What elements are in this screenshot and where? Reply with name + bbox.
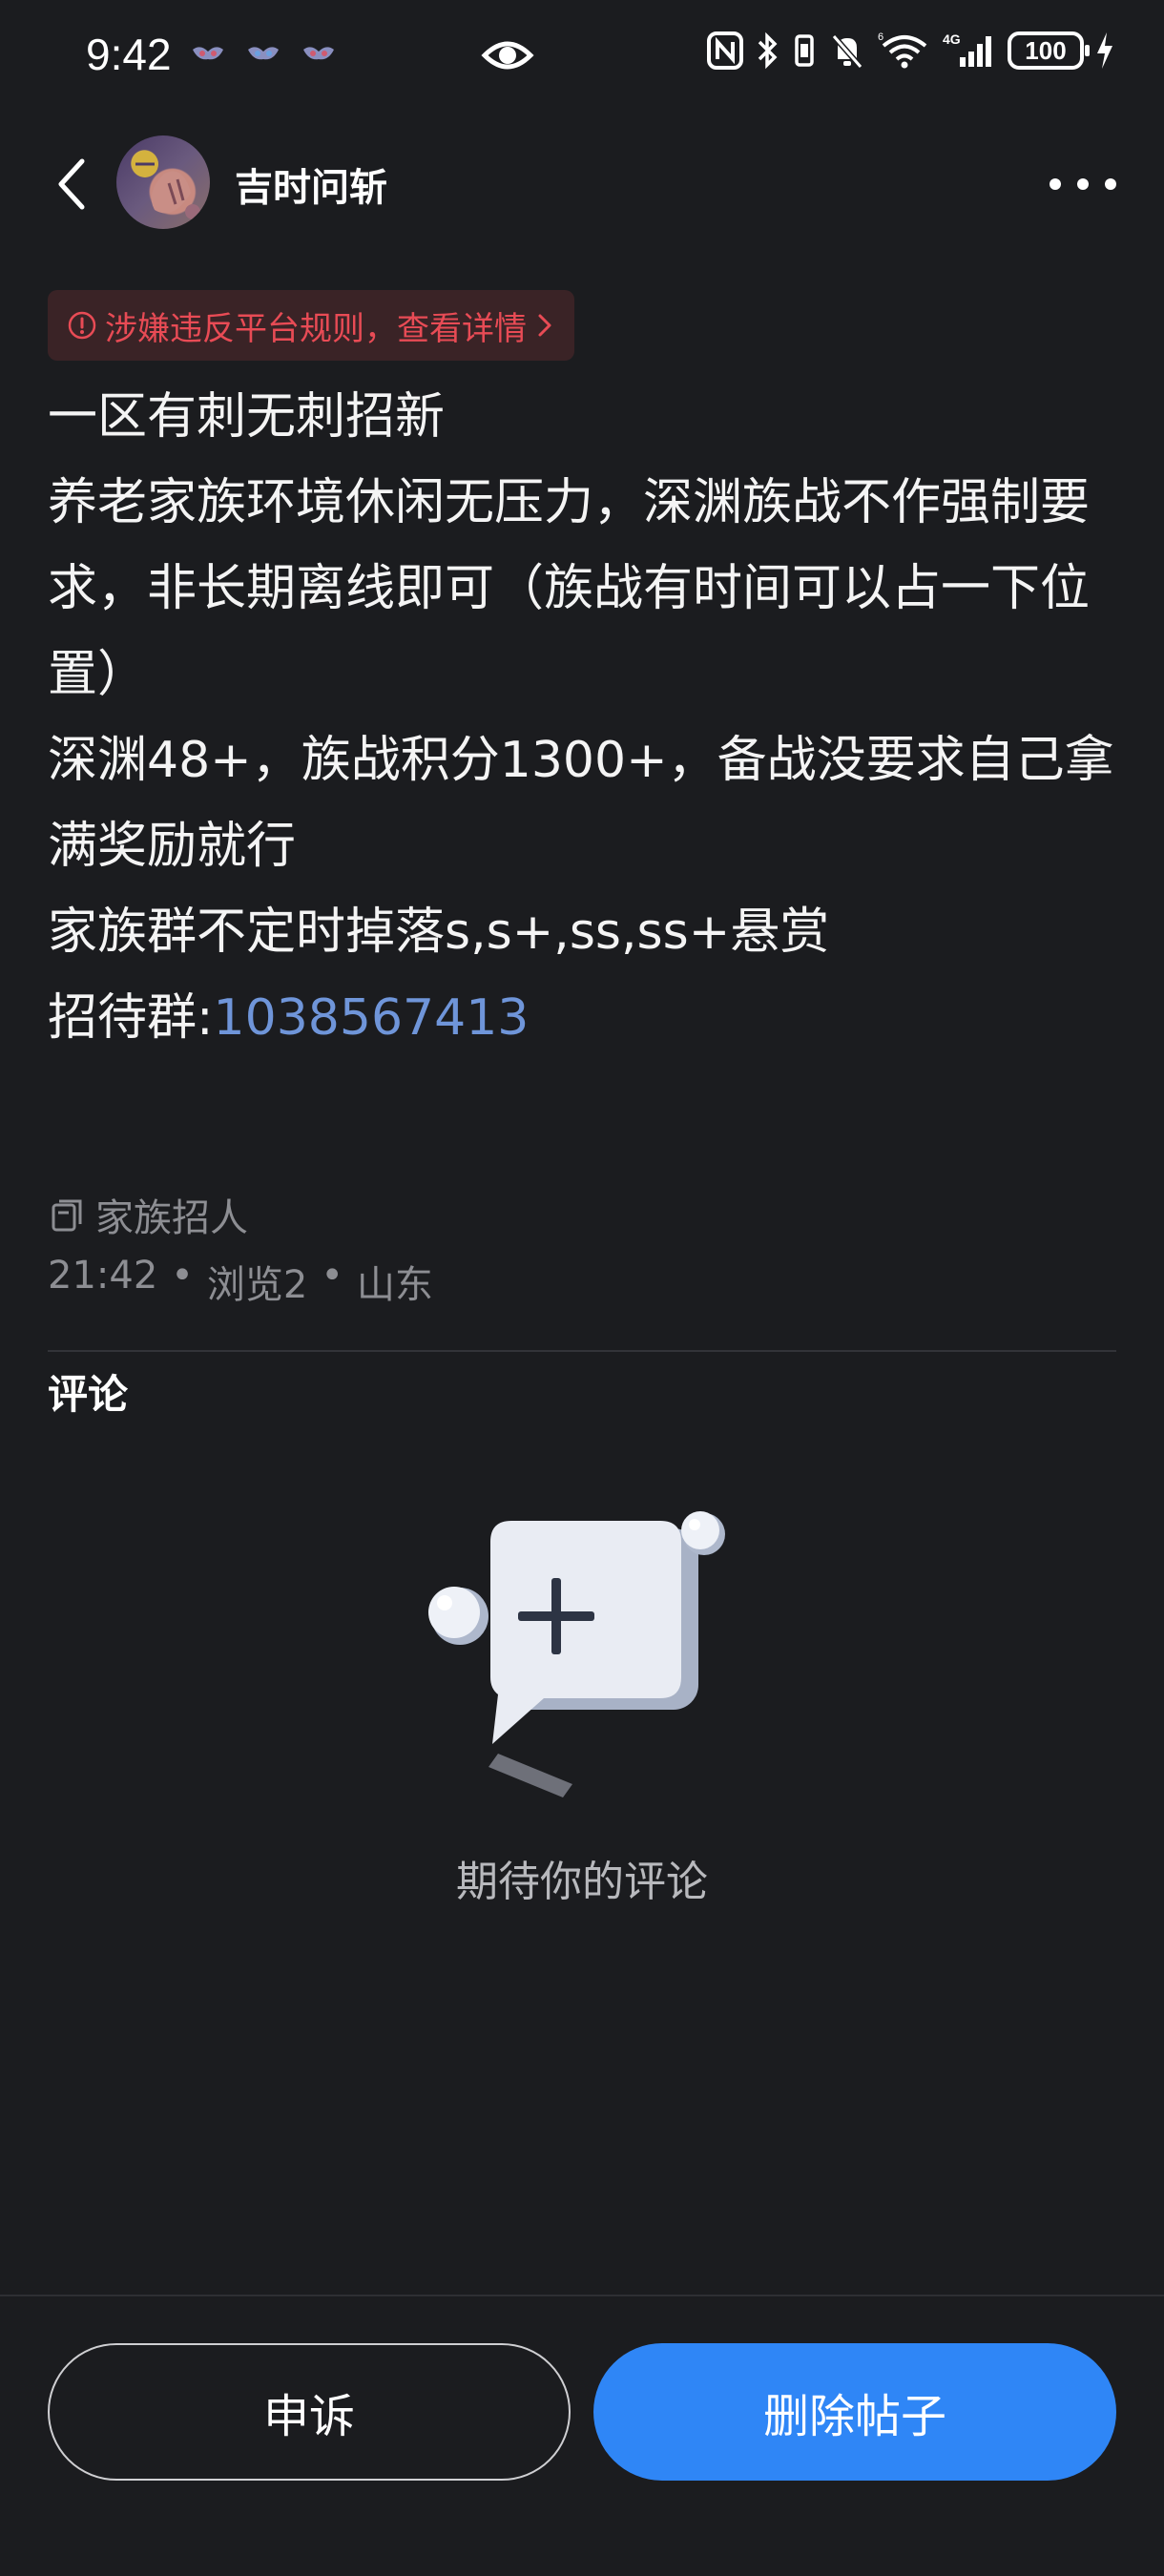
- username[interactable]: 吉时问斩: [235, 156, 387, 212]
- 4g-signal-icon: 4G: [943, 31, 996, 71]
- chevron-left-icon: [58, 158, 85, 210]
- comments-heading: 评论: [48, 1371, 129, 1418]
- more-dot: [1105, 178, 1116, 190]
- battery-level: 100: [1025, 35, 1067, 65]
- post-title: 一区有刺无刺招新: [48, 388, 446, 446]
- topic-icon: [52, 1199, 82, 1232]
- chevron-right-icon: [538, 314, 551, 337]
- battery-icon: 100: [1008, 31, 1090, 70]
- more-dot: [1077, 178, 1089, 190]
- svg-text:4G: 4G: [943, 31, 961, 47]
- view-count: 浏览2: [206, 1263, 308, 1307]
- status-bar: 9:42 6 4G 100: [0, 0, 1164, 114]
- system-icons: 6 4G 100: [706, 31, 1114, 71]
- empty-comments-text: 期待你的评论: [456, 1858, 708, 1906]
- nfc-icon: [706, 31, 744, 71]
- alert-circle-icon: [68, 311, 96, 340]
- post-body: 一区有刺无刺招新 养老家族环境休闲无压力，深渊族战不作强制要求，非长期离线即可（…: [48, 374, 1126, 1061]
- bluetooth-icon: [756, 31, 780, 71]
- post-line: 深渊48+，族战积分1300+，备战没要求自己拿满奖励就行: [48, 732, 1114, 875]
- mute-icon: [828, 31, 866, 71]
- avatar[interactable]: [116, 135, 210, 229]
- topic-label: 家族招人: [95, 1196, 248, 1240]
- post-meta: 21:42 • 浏览2 • 山东: [48, 1254, 433, 1309]
- bottom-bar-divider: [0, 2295, 1164, 2296]
- post-location: 山东: [356, 1263, 433, 1307]
- meta-separator: •: [321, 1254, 343, 1298]
- violation-banner[interactable]: 涉嫌违反平台规则，查看详情: [48, 290, 574, 361]
- meta-separator: •: [171, 1254, 194, 1298]
- post-contact-line: 招待群:1038567413: [48, 975, 1126, 1061]
- post-time: 21:42: [48, 1254, 158, 1298]
- delete-post-button[interactable]: 删除帖子: [593, 2343, 1116, 2481]
- status-time: 9:42: [86, 30, 172, 79]
- wifi-6-icon: 6: [878, 31, 931, 71]
- svg-text:6: 6: [878, 31, 883, 43]
- app-notification-icon: [193, 47, 223, 60]
- more-options-button[interactable]: [1050, 160, 1116, 208]
- charging-icon: [1095, 31, 1114, 71]
- post-line: 家族群不定时掉落s,s+,ss,ss+悬赏: [48, 904, 830, 961]
- empty-comments-illustration: [428, 1511, 725, 1797]
- avatar-image: [132, 151, 200, 219]
- back-button[interactable]: [48, 151, 95, 218]
- eye-icon: [481, 41, 534, 70]
- notification-icons: [189, 42, 338, 71]
- vibrate-icon: [792, 31, 817, 71]
- app-notification-icon: [303, 47, 334, 60]
- post-line: 养老家族环境休闲无压力，深渊族战不作强制要求，非长期离线即可（族战有时间可以占一…: [48, 474, 1091, 703]
- violation-banner-text: 涉嫌违反平台规则，查看详情: [105, 309, 527, 348]
- more-horizontal-icon: [1050, 178, 1061, 190]
- appeal-button[interactable]: 申诉: [48, 2343, 571, 2481]
- divider: [48, 1350, 1116, 1352]
- topic-tag[interactable]: 家族招人: [48, 1187, 248, 1242]
- contact-number-link[interactable]: 1038567413: [214, 989, 530, 1047]
- app-notification-icon: [248, 47, 279, 60]
- contact-label: 招待群:: [48, 989, 214, 1047]
